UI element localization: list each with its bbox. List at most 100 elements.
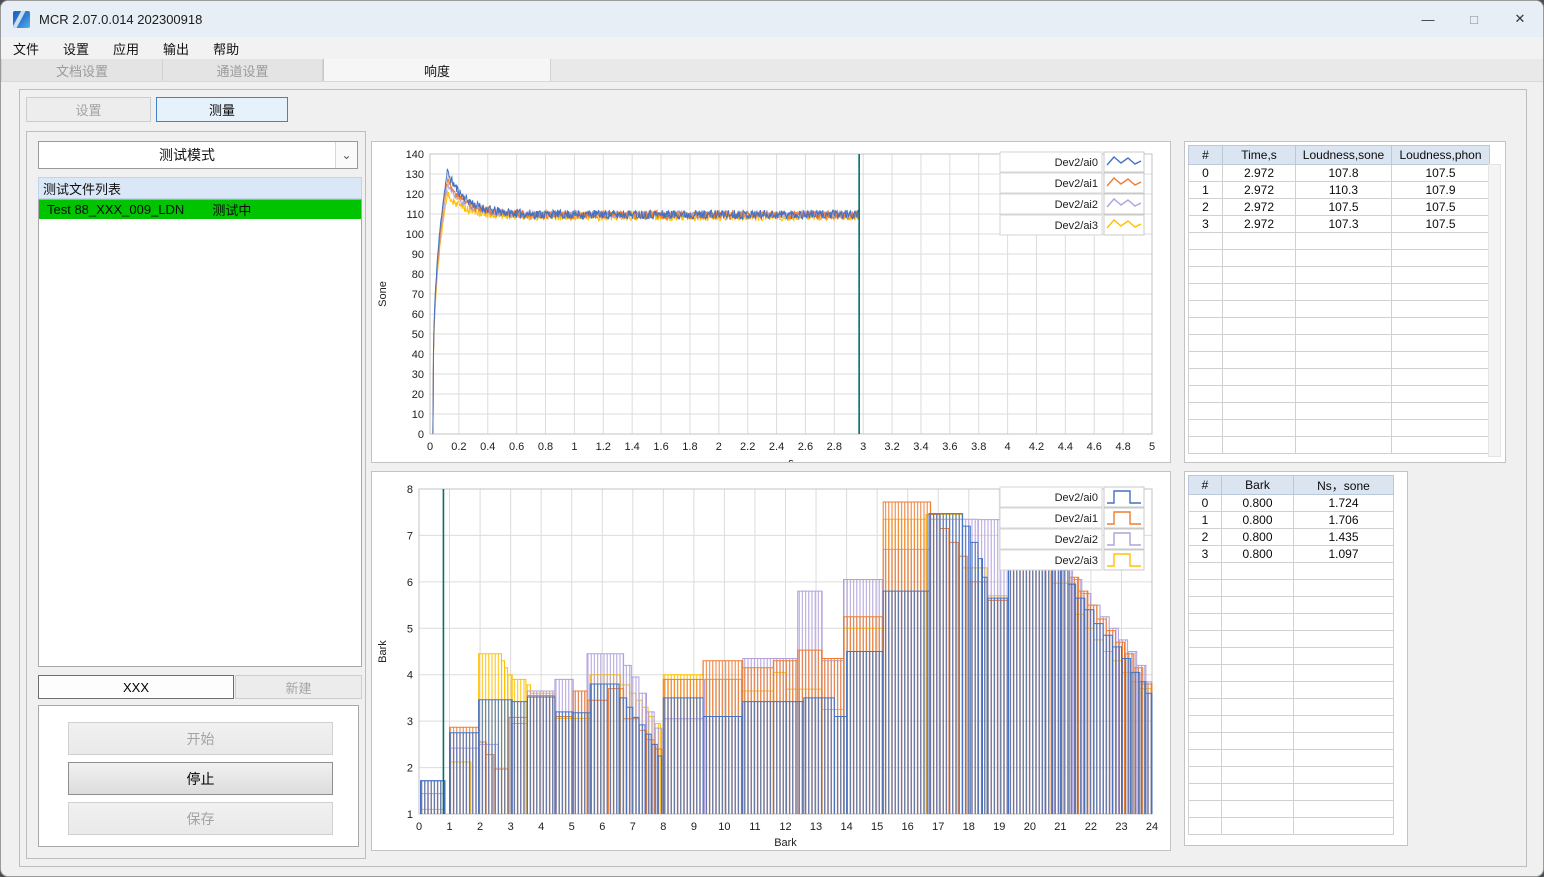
svg-text:2.4: 2.4 [769, 441, 784, 453]
table-header-row: # Time,s Loudness,sone Loudness,phon [1188, 145, 1490, 165]
menu-help[interactable]: 帮助 [201, 39, 251, 58]
menu-output[interactable]: 输出 [151, 39, 201, 58]
svg-text:0: 0 [416, 821, 422, 833]
stop-button[interactable]: 停止 [68, 762, 333, 795]
legend-entry: Dev2/ai3 [1055, 555, 1098, 567]
svg-text:4.4: 4.4 [1058, 441, 1073, 453]
svg-text:19: 19 [993, 821, 1005, 833]
svg-text:0: 0 [418, 429, 424, 441]
tab-loudness[interactable]: 响度 [323, 59, 551, 81]
measure-button[interactable]: 测量 [156, 97, 288, 122]
svg-text:3.4: 3.4 [913, 441, 928, 453]
test-mode-select[interactable]: 测试模式 ⌄ [38, 141, 358, 169]
svg-text:70: 70 [412, 289, 424, 301]
list-item[interactable]: Test 88_XXX_009_LDN 测试中 [39, 200, 361, 219]
save-button[interactable]: 保存 [68, 802, 333, 835]
table-empty-row [1188, 698, 1394, 716]
column-header: # [1188, 145, 1223, 165]
table-empty-row [1188, 351, 1490, 369]
menu-settings[interactable]: 设置 [51, 39, 101, 58]
loudness-time-chart-panel: 0 10 20 30 40 50 60 70 80 90 100 110 120 130 140 0 0.2 0.… [371, 141, 1171, 469]
svg-text:3.2: 3.2 [884, 441, 899, 453]
window-controls: — □ ✕ [1405, 1, 1543, 37]
svg-text:7: 7 [407, 530, 413, 542]
svg-text:4.8: 4.8 [1115, 441, 1130, 453]
svg-text:30: 30 [412, 369, 424, 381]
table-row[interactable]: 1 0.800 1.706 [1188, 511, 1394, 529]
start-button[interactable]: 开始 [68, 722, 333, 755]
svg-text:14: 14 [840, 821, 852, 833]
table-empty-row [1188, 436, 1490, 454]
table-empty-row [1188, 402, 1490, 420]
svg-text:4: 4 [538, 821, 544, 833]
table-empty-row [1188, 385, 1490, 403]
svg-text:10: 10 [718, 821, 730, 833]
new-button[interactable]: 新建 [235, 675, 362, 699]
loudness-table: # Time,s Loudness,sone Loudness,phon 0 2.972 1… [1188, 145, 1490, 454]
close-button[interactable]: ✕ [1497, 1, 1543, 37]
column-header: Loudness,phon [1391, 145, 1490, 165]
table-empty-row [1188, 800, 1394, 818]
svg-text:3.6: 3.6 [942, 441, 957, 453]
loudness-time-chart[interactable]: 0 10 20 30 40 50 60 70 80 90 100 110 120 130 140 0 0.2 0.… [372, 142, 1170, 469]
loudness-table-panel: # Time,s Loudness,sone Loudness,phon 0 2.972 1… [1184, 141, 1506, 463]
menu-file[interactable]: 文件 [1, 39, 51, 58]
svg-text:60: 60 [412, 309, 424, 321]
svg-text:2: 2 [477, 821, 483, 833]
app-logo-icon [13, 10, 30, 28]
column-header: Time,s [1222, 145, 1296, 165]
table-empty-row [1188, 766, 1394, 784]
svg-text:12: 12 [779, 821, 791, 833]
table-header-row: # Bark Ns，sone [1188, 475, 1394, 495]
svg-text:1.6: 1.6 [653, 441, 668, 453]
table-empty-row [1188, 419, 1490, 437]
tab-channel-settings[interactable]: 通道设置 [163, 59, 323, 81]
svg-text:4.2: 4.2 [1029, 441, 1044, 453]
legend-entry: Dev2/ai2 [1055, 534, 1098, 546]
table-empty-row [1188, 317, 1490, 335]
tab-document-settings[interactable]: 文档设置 [1, 59, 163, 81]
legend-entry: Dev2/ai1 [1055, 178, 1098, 190]
maximize-button[interactable]: □ [1451, 1, 1497, 37]
table-empty-row [1188, 817, 1394, 835]
xxx-button[interactable]: XXX [38, 675, 234, 699]
settings-button[interactable]: 设置 [26, 97, 151, 122]
table-row[interactable]: 2 2.972 107.5 107.5 [1188, 198, 1490, 216]
table-row[interactable]: 1 2.972 110.3 107.9 [1188, 181, 1490, 199]
svg-text:3: 3 [508, 821, 514, 833]
svg-text:120: 120 [406, 189, 424, 201]
table-row[interactable]: 3 0.800 1.097 [1188, 545, 1394, 563]
column-header: Bark [1221, 475, 1294, 495]
legend-entry: Dev2/ai2 [1055, 199, 1098, 211]
svg-text:2: 2 [716, 441, 722, 453]
table-empty-row [1188, 579, 1394, 597]
svg-text:6: 6 [407, 577, 413, 589]
svg-text:Bark: Bark [774, 837, 797, 849]
table-row[interactable]: 0 2.972 107.8 107.5 [1188, 164, 1490, 182]
menu-application[interactable]: 应用 [101, 39, 151, 58]
column-header: # [1188, 475, 1222, 495]
file-name: Test 88_XXX_009_LDN [47, 202, 185, 217]
table-empty-row [1188, 681, 1394, 699]
svg-text:18: 18 [963, 821, 975, 833]
chevron-down-icon[interactable]: ⌄ [335, 142, 357, 168]
minimize-button[interactable]: — [1405, 1, 1451, 37]
table-row[interactable]: 3 2.972 107.3 107.5 [1188, 215, 1490, 233]
table-empty-row [1188, 630, 1394, 648]
svg-text:s: s [788, 457, 794, 462]
table-empty-row [1188, 368, 1490, 386]
svg-text:2: 2 [407, 763, 413, 775]
legend-entry: Dev2/ai0 [1055, 157, 1098, 169]
table-empty-row [1188, 596, 1394, 614]
scrollbar-track[interactable] [1488, 164, 1501, 457]
specific-loudness-chart[interactable]: 123456780 1 2 3 4 5 6 7 8 9 10 11 12 13 14 15 16 17 18 19 20… [372, 472, 1170, 850]
table-empty-row [1188, 334, 1490, 352]
svg-text:3: 3 [407, 716, 413, 728]
table-row[interactable]: 2 0.800 1.435 [1188, 528, 1394, 546]
column-header: Ns，sone [1293, 475, 1394, 495]
tabstrip: 文档设置 通道设置 响度 [1, 59, 1543, 82]
test-file-list[interactable]: Test 88_XXX_009_LDN 测试中 [38, 199, 362, 667]
table-row[interactable]: 0 0.800 1.724 [1188, 494, 1394, 512]
table-empty-row [1188, 732, 1394, 750]
file-list-header: 测试文件列表 [38, 177, 362, 199]
